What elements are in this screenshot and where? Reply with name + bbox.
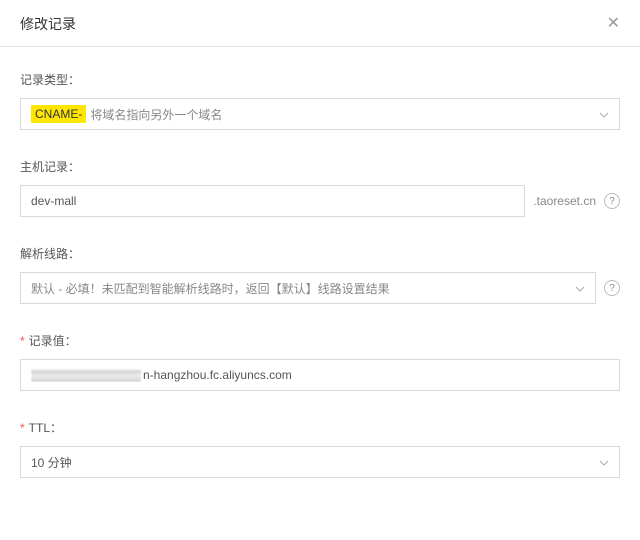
required-asterisk: * [20, 334, 25, 348]
modal-content: 记录类型： CNAME- 将域名指向另外一个域名 主机记录： dev-mall … [0, 47, 640, 516]
censored-prefix [31, 370, 141, 382]
chevron-down-icon [599, 107, 609, 121]
select-ttl[interactable]: 10 分钟 [20, 446, 620, 478]
host-record-value: dev-mall [31, 194, 514, 208]
label-record-value: * 记录值： [20, 332, 620, 349]
label-ttl: * TTL： [20, 419, 620, 436]
chevron-down-icon [575, 281, 585, 295]
required-asterisk: * [20, 421, 25, 435]
record-value-text: n-hangzhou.fc.aliyuncs.com [31, 368, 609, 382]
select-resolve-line[interactable]: 默认 - 必填！未匹配到智能解析线路时，返回【默认】线路设置结果 [20, 272, 596, 304]
host-record-suffix: .taoreset.cn [533, 194, 596, 208]
field-ttl: * TTL： 10 分钟 [20, 419, 620, 478]
chevron-down-icon [599, 455, 609, 469]
field-record-type: 记录类型： CNAME- 将域名指向另外一个域名 [20, 71, 620, 130]
field-resolve-line: 解析线路： 默认 - 必填！未匹配到智能解析线路时，返回【默认】线路设置结果 ? [20, 245, 620, 304]
label-record-type: 记录类型： [20, 71, 620, 88]
field-record-value: * 记录值： n-hangzhou.fc.aliyuncs.com [20, 332, 620, 391]
cname-tag: CNAME- [31, 105, 86, 123]
label-host-record: 主机记录： [20, 158, 620, 175]
resolve-line-placeholder: 默认 - 必填！未匹配到智能解析线路时，返回【默认】线路设置结果 [31, 280, 390, 297]
input-host-record[interactable]: dev-mall [20, 185, 525, 217]
input-record-value[interactable]: n-hangzhou.fc.aliyuncs.com [20, 359, 620, 391]
label-resolve-line: 解析线路： [20, 245, 620, 262]
modal-header: 修改记录 ✕ [0, 0, 640, 47]
modal-title: 修改记录 [20, 14, 76, 34]
field-host-record: 主机记录： dev-mall .taoreset.cn ? [20, 158, 620, 217]
ttl-value: 10 分钟 [31, 454, 72, 471]
close-icon[interactable]: ✕ [607, 16, 620, 32]
record-type-desc: 将域名指向另外一个域名 [90, 106, 222, 123]
select-record-type[interactable]: CNAME- 将域名指向另外一个域名 [20, 98, 620, 130]
help-icon[interactable]: ? [604, 193, 620, 209]
help-icon[interactable]: ? [604, 280, 620, 296]
